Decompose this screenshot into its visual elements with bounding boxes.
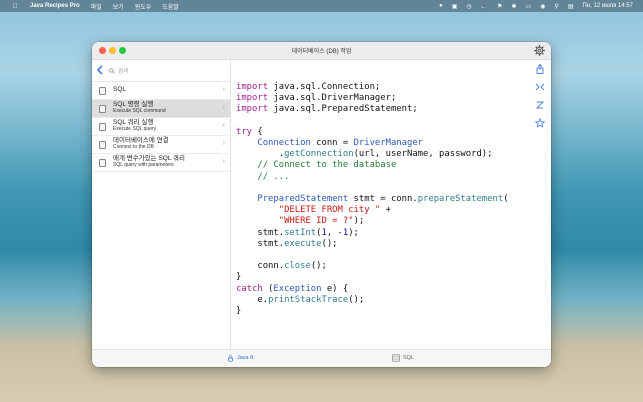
code-line: PreparedStatement stmt = conn.prepareSta… (257, 194, 509, 205)
search-field[interactable]: 검색 (109, 65, 223, 76)
apple-icon[interactable]:  (11, 3, 19, 10)
code-toolbar (535, 64, 545, 128)
document-icon (99, 158, 106, 167)
code-panel: import java.sql.Connection; import java.… (231, 60, 551, 349)
share-icon[interactable] (535, 64, 545, 74)
chevron-right-icon: › (222, 140, 225, 147)
clock-icon[interactable]: ◷ (466, 3, 471, 10)
menu-bar:  Java Recipes Pro 파일 보기 윈도우 도움말 ● ▣ ◷ 🔈… (0, 0, 643, 12)
chevron-right-icon: › (222, 104, 225, 111)
control-center-icon[interactable]: ▤ (568, 3, 574, 10)
app-window: 데이터베이스 (DB) 작업 검색 SQL › SQL 명령 실행 Execut… (92, 42, 551, 367)
menu-file[interactable]: 파일 (91, 2, 102, 11)
sort-icon[interactable] (535, 100, 545, 110)
list-item-execute-sql-query[interactable]: SQL 쿼리 실행 Execute SQL query › (92, 118, 230, 136)
tab-sql-label: SQL (403, 355, 415, 361)
status-area: ● ▣ ◷ 🔈 ⚑ ✱ ▭ ◉ ⚲ ▤ Пн, 12 июля 14:57 (439, 3, 633, 10)
gear-icon[interactable] (534, 45, 545, 56)
search-placeholder: 검색 (118, 68, 129, 75)
item-subtitle: Connect to the DB (113, 144, 154, 151)
code-line: } (236, 272, 242, 283)
menu-help[interactable]: 도움말 (162, 2, 179, 11)
document-icon (99, 104, 106, 113)
skype-icon[interactable]: ● (439, 3, 443, 9)
list-item-sql-query-params[interactable]: 매개 변수가있는 SQL 쿼리 SQL query with parameter… (92, 154, 230, 172)
menu-view[interactable]: 보기 (113, 2, 124, 11)
chevron-right-icon: › (222, 122, 225, 129)
code-line: e.printStackTrace(); (236, 294, 365, 305)
collapse-icon[interactable] (535, 82, 545, 92)
java-cup-icon (228, 354, 233, 362)
wifi-icon[interactable]: ◉ (540, 3, 545, 10)
tab-sql[interactable]: SQL (392, 354, 414, 362)
document-icon (99, 122, 106, 131)
date-time[interactable]: Пн, 12 июля 14:57 (583, 3, 633, 9)
code-line: stmt.execute(); (236, 238, 338, 249)
code-line: catch (Exception e) { (236, 283, 349, 294)
star-icon[interactable] (535, 118, 545, 128)
code-line: conn.close(); (236, 261, 327, 272)
document-icon (99, 140, 106, 149)
document-icon (99, 86, 106, 95)
item-subtitle: SQL query with parameters (113, 162, 174, 169)
code-line: import java.sql.DriverManager; (236, 93, 397, 104)
list-item-sql[interactable]: SQL › (92, 82, 230, 100)
flag-icon[interactable]: ⚑ (497, 3, 502, 10)
display-icon[interactable]: ▭ (526, 3, 532, 10)
code-line: import java.sql.Connection; (236, 82, 381, 92)
table-icon (392, 354, 400, 362)
bottom-tab-bar: Java 8 SQL (92, 349, 551, 367)
search-icon[interactable]: ⚲ (554, 3, 558, 10)
tab-java-label: Java 8 (237, 355, 254, 361)
item-title: SQL (113, 86, 127, 94)
sidebar: 검색 SQL › SQL 명령 실행 Execute SQL command ›… (92, 60, 231, 349)
list-item-connect-db[interactable]: 데이터베이스에 연결 Connect to the DB › (92, 136, 230, 154)
chevron-right-icon: › (222, 86, 225, 93)
code-line: "DELETE FROM city " + (278, 205, 391, 216)
list-item-execute-sql-command[interactable]: SQL 명령 실행 Execute SQL command › (92, 100, 230, 118)
back-chevron-icon[interactable] (96, 65, 104, 75)
item-subtitle: Execute SQL command (113, 108, 166, 115)
code-line: // Connect to the database (257, 160, 397, 171)
code-line: stmt.setInt(1, -1); (236, 227, 359, 238)
title-bar: 데이터베이스 (DB) 작업 (92, 42, 551, 60)
screen-icon[interactable]: ▣ (452, 3, 458, 10)
search-row: 검색 (92, 60, 230, 82)
bluetooth-icon[interactable]: ✱ (512, 3, 517, 10)
menu-window[interactable]: 윈도우 (135, 2, 152, 11)
app-menu[interactable]: Java Recipes Pro (30, 3, 80, 9)
code-line: Connection conn = DriverManager (257, 138, 424, 149)
code-line: "WHERE ID = ?"); (278, 216, 365, 227)
item-subtitle: Execute SQL query (113, 126, 157, 133)
search-icon (109, 67, 115, 74)
code-line: import java.sql.PreparedStatement; (236, 104, 418, 115)
code-line: } (236, 306, 242, 317)
code-line: .getConnection(url, userName, password); (236, 149, 493, 160)
chevron-right-icon: › (222, 158, 225, 165)
window-title: 데이터베이스 (DB) 작업 (291, 49, 352, 55)
code-line: try { (236, 126, 263, 137)
tab-java[interactable]: Java 8 (227, 354, 253, 362)
code-block: import java.sql.Connection; import java.… (236, 82, 509, 317)
code-line: // ... (257, 171, 290, 182)
volume-icon[interactable]: 🔈 (481, 3, 488, 10)
